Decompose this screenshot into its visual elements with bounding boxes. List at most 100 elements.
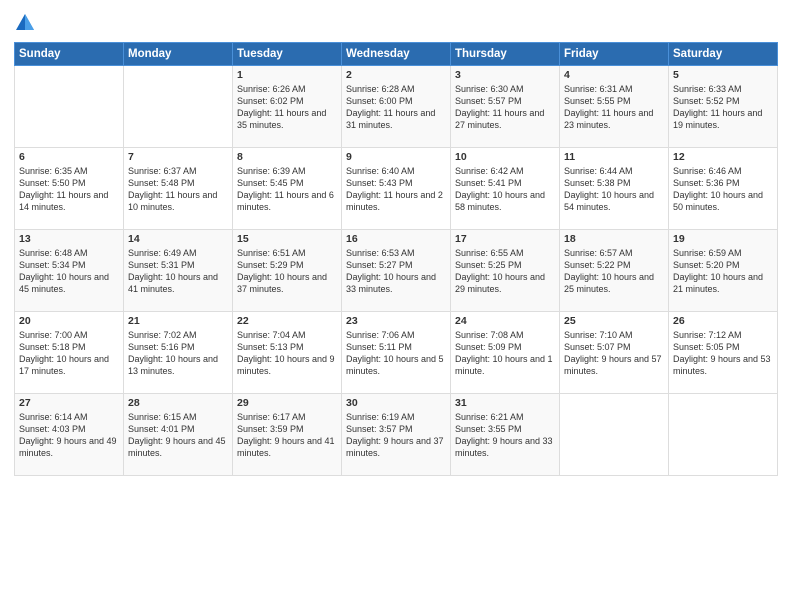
day-number: 19 (673, 233, 773, 245)
day-number: 25 (564, 315, 664, 327)
calendar-cell: 27 Sunrise: 6:14 AM Sunset: 4:03 PM Dayli… (15, 394, 124, 476)
calendar-cell: 15 Sunrise: 6:51 AM Sunset: 5:29 PM Dayli… (233, 230, 342, 312)
weekday-header-monday: Monday (124, 43, 233, 66)
calendar-cell: 21Sunrise: 7:02 AM Sunset: 5:16 PM Dayli… (124, 312, 233, 394)
day-number: 16 (346, 233, 446, 245)
week-row-1: 1 Sunrise: 6:26 AM Sunset: 6:02 PM Daylig… (15, 66, 778, 148)
calendar-cell: 25 Sunrise: 7:10 AM Sunset: 5:07 PM Dayli… (560, 312, 669, 394)
day-number: 7 (128, 151, 228, 163)
cell-content: Sunrise: 6:21 AM Sunset: 3:55 PM Dayligh… (455, 411, 555, 460)
week-row-3: 13Sunrise: 6:48 AM Sunset: 5:34 PM Dayli… (15, 230, 778, 312)
cell-content: Sunrise: 6:53 AM Sunset: 5:27 PM Dayligh… (346, 247, 446, 296)
day-number: 2 (346, 69, 446, 81)
calendar-cell: 19 Sunrise: 6:59 AM Sunset: 5:20 PM Dayli… (669, 230, 778, 312)
calendar-cell: 30 Sunrise: 6:19 AM Sunset: 3:57 PM Dayli… (342, 394, 451, 476)
day-number: 28 (128, 397, 228, 409)
calendar-cell: 1 Sunrise: 6:26 AM Sunset: 6:02 PM Daylig… (233, 66, 342, 148)
day-number: 30 (346, 397, 446, 409)
day-number: 13 (19, 233, 119, 245)
calendar-cell: 10 Sunrise: 6:42 AM Sunset: 5:41 PM Dayli… (451, 148, 560, 230)
cell-content: Sunrise: 6:28 AM Sunset: 6:00 PM Dayligh… (346, 83, 446, 132)
day-number: 27 (19, 397, 119, 409)
cell-content: Sunrise: 6:44 AM Sunset: 5:38 PM Dayligh… (564, 165, 664, 214)
cell-content: Sunrise: 6:15 AM Sunset: 4:01 PM Dayligh… (128, 411, 228, 460)
calendar-cell: 22Sunrise: 7:04 AM Sunset: 5:13 PM Dayli… (233, 312, 342, 394)
day-number: 26 (673, 315, 773, 327)
calendar-cell: 31 Sunrise: 6:21 AM Sunset: 3:55 PM Dayli… (451, 394, 560, 476)
weekday-header-row: SundayMondayTuesdayWednesdayThursdayFrid… (15, 43, 778, 66)
week-row-2: 6Sunrise: 6:35 AM Sunset: 5:50 PM Daylig… (15, 148, 778, 230)
calendar-cell (15, 66, 124, 148)
day-number: 20 (19, 315, 119, 327)
cell-content: Sunrise: 6:40 AM Sunset: 5:43 PM Dayligh… (346, 165, 446, 214)
calendar-cell: 20 Sunrise: 7:00 AM Sunset: 5:18 PM Dayli… (15, 312, 124, 394)
calendar-cell: 8Sunrise: 6:39 AM Sunset: 5:45 PM Daylig… (233, 148, 342, 230)
logo-icon (14, 12, 36, 34)
weekday-header-wednesday: Wednesday (342, 43, 451, 66)
cell-content: Sunrise: 6:31 AM Sunset: 5:55 PM Dayligh… (564, 83, 664, 132)
day-number: 18 (564, 233, 664, 245)
calendar-cell: 18 Sunrise: 6:57 AM Sunset: 5:22 PM Dayli… (560, 230, 669, 312)
cell-content: Sunrise: 6:51 AM Sunset: 5:29 PM Dayligh… (237, 247, 337, 296)
calendar-cell: 23 Sunrise: 7:06 AM Sunset: 5:11 PM Dayli… (342, 312, 451, 394)
calendar-cell: 24 Sunrise: 7:08 AM Sunset: 5:09 PM Dayli… (451, 312, 560, 394)
week-row-5: 27 Sunrise: 6:14 AM Sunset: 4:03 PM Dayli… (15, 394, 778, 476)
calendar-cell: 17 Sunrise: 6:55 AM Sunset: 5:25 PM Dayli… (451, 230, 560, 312)
header (14, 12, 778, 34)
cell-content: Sunrise: 6:19 AM Sunset: 3:57 PM Dayligh… (346, 411, 446, 460)
cell-content: Sunrise: 6:30 AM Sunset: 5:57 PM Dayligh… (455, 83, 555, 132)
calendar-cell: 3 Sunrise: 6:30 AM Sunset: 5:57 PM Daylig… (451, 66, 560, 148)
day-number: 14 (128, 233, 228, 245)
cell-content: Sunrise: 6:59 AM Sunset: 5:20 PM Dayligh… (673, 247, 773, 296)
cell-content: Sunrise: 7:12 AM Sunset: 5:05 PM Dayligh… (673, 329, 773, 378)
day-number: 5 (673, 69, 773, 81)
cell-content: Sunrise: 6:26 AM Sunset: 6:02 PM Dayligh… (237, 83, 337, 132)
day-number: 23 (346, 315, 446, 327)
day-number: 17 (455, 233, 555, 245)
calendar-cell: 7 Sunrise: 6:37 AM Sunset: 5:48 PM Daylig… (124, 148, 233, 230)
cell-content: Sunrise: 6:17 AM Sunset: 3:59 PM Dayligh… (237, 411, 337, 460)
calendar-cell: 28 Sunrise: 6:15 AM Sunset: 4:01 PM Dayli… (124, 394, 233, 476)
day-number: 10 (455, 151, 555, 163)
cell-content: Sunrise: 6:57 AM Sunset: 5:22 PM Dayligh… (564, 247, 664, 296)
calendar-cell (669, 394, 778, 476)
calendar-cell: 12 Sunrise: 6:46 AM Sunset: 5:36 PM Dayli… (669, 148, 778, 230)
calendar-cell: 26 Sunrise: 7:12 AM Sunset: 5:05 PM Dayli… (669, 312, 778, 394)
cell-content: Sunrise: 6:39 AM Sunset: 5:45 PM Dayligh… (237, 165, 337, 214)
weekday-header-sunday: Sunday (15, 43, 124, 66)
cell-content: Sunrise: 6:14 AM Sunset: 4:03 PM Dayligh… (19, 411, 119, 460)
cell-content: Sunrise: 6:37 AM Sunset: 5:48 PM Dayligh… (128, 165, 228, 214)
calendar-cell: 16 Sunrise: 6:53 AM Sunset: 5:27 PM Dayli… (342, 230, 451, 312)
cell-content: Sunrise: 7:08 AM Sunset: 5:09 PM Dayligh… (455, 329, 555, 378)
cell-content: Sunrise: 6:46 AM Sunset: 5:36 PM Dayligh… (673, 165, 773, 214)
calendar-cell: 2 Sunrise: 6:28 AM Sunset: 6:00 PM Daylig… (342, 66, 451, 148)
day-number: 12 (673, 151, 773, 163)
cell-content: Sunrise: 6:35 AM Sunset: 5:50 PM Dayligh… (19, 165, 119, 214)
cell-content: Sunrise: 6:42 AM Sunset: 5:41 PM Dayligh… (455, 165, 555, 214)
logo (14, 12, 40, 34)
cell-content: Sunrise: 6:33 AM Sunset: 5:52 PM Dayligh… (673, 83, 773, 132)
calendar: SundayMondayTuesdayWednesdayThursdayFrid… (14, 42, 778, 476)
calendar-cell: 29Sunrise: 6:17 AM Sunset: 3:59 PM Dayli… (233, 394, 342, 476)
day-number: 1 (237, 69, 337, 81)
calendar-cell: 13Sunrise: 6:48 AM Sunset: 5:34 PM Dayli… (15, 230, 124, 312)
week-row-4: 20 Sunrise: 7:00 AM Sunset: 5:18 PM Dayli… (15, 312, 778, 394)
day-number: 11 (564, 151, 664, 163)
day-number: 31 (455, 397, 555, 409)
calendar-cell: 9 Sunrise: 6:40 AM Sunset: 5:43 PM Daylig… (342, 148, 451, 230)
cell-content: Sunrise: 6:49 AM Sunset: 5:31 PM Dayligh… (128, 247, 228, 296)
weekday-header-saturday: Saturday (669, 43, 778, 66)
calendar-cell: 14 Sunrise: 6:49 AM Sunset: 5:31 PM Dayli… (124, 230, 233, 312)
day-number: 9 (346, 151, 446, 163)
day-number: 15 (237, 233, 337, 245)
calendar-cell (560, 394, 669, 476)
day-number: 3 (455, 69, 555, 81)
cell-content: Sunrise: 7:00 AM Sunset: 5:18 PM Dayligh… (19, 329, 119, 378)
cell-content: Sunrise: 7:10 AM Sunset: 5:07 PM Dayligh… (564, 329, 664, 378)
day-number: 4 (564, 69, 664, 81)
cell-content: Sunrise: 7:06 AM Sunset: 5:11 PM Dayligh… (346, 329, 446, 378)
day-number: 24 (455, 315, 555, 327)
cell-content: Sunrise: 6:55 AM Sunset: 5:25 PM Dayligh… (455, 247, 555, 296)
day-number: 21 (128, 315, 228, 327)
weekday-header-friday: Friday (560, 43, 669, 66)
